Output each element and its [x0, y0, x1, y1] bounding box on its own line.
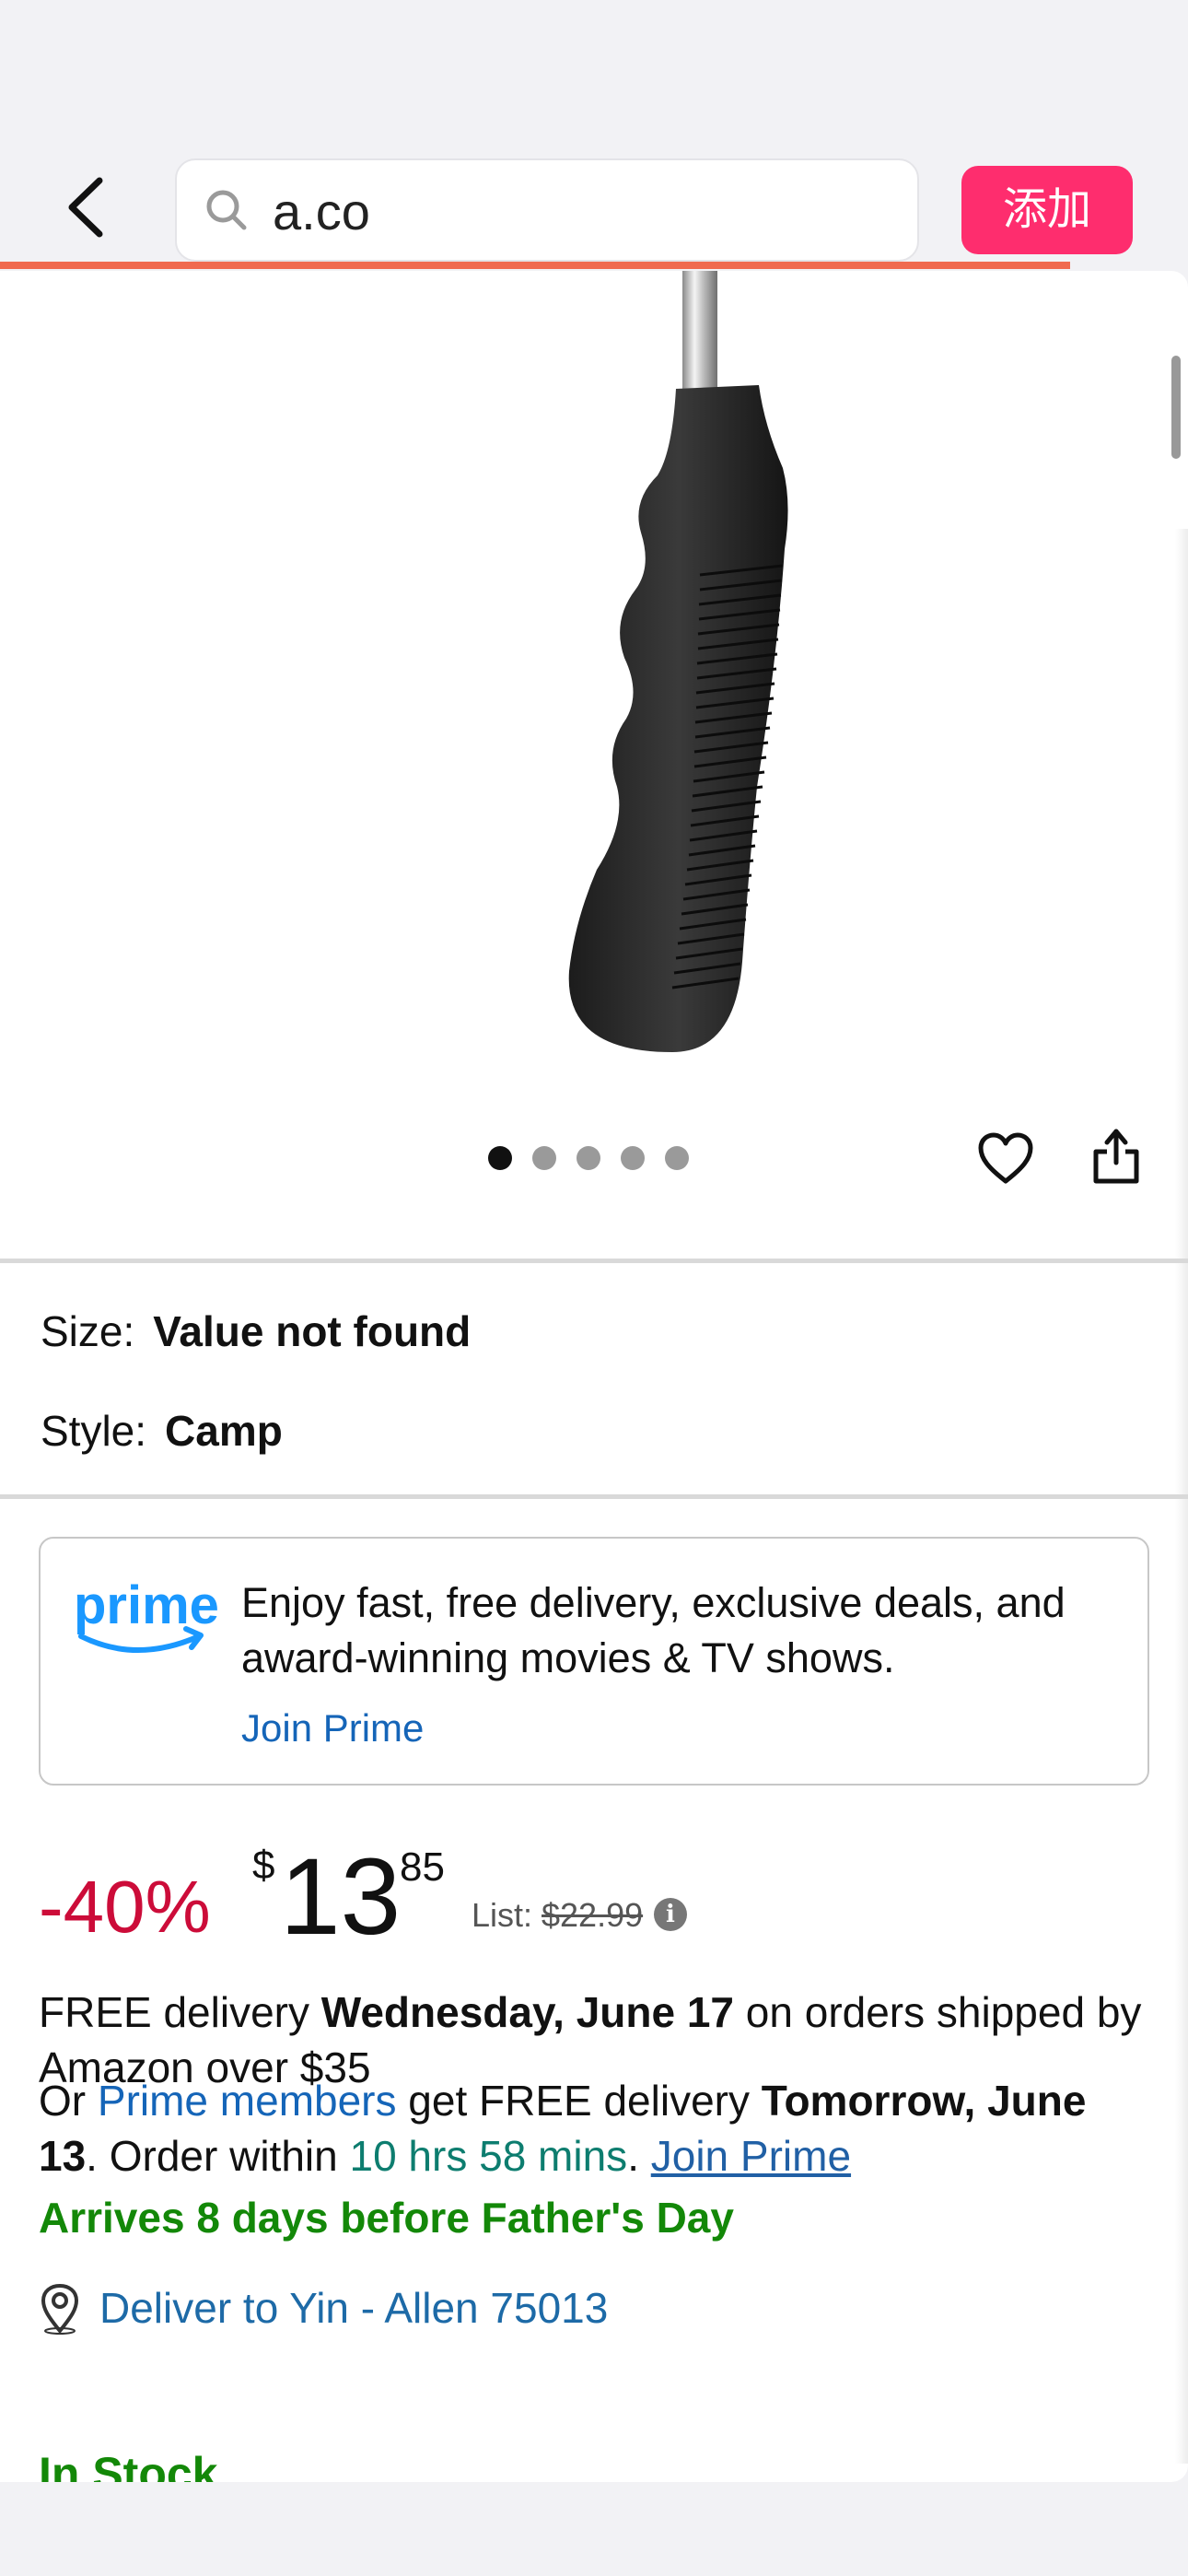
or-text: Or — [39, 2077, 98, 2125]
pager-dot[interactable] — [488, 1146, 512, 1170]
list-price: $22.99 — [542, 1896, 644, 1934]
divider — [0, 1494, 1188, 1499]
top-bar: a.co 添加 — [0, 0, 1188, 269]
search-icon — [206, 190, 247, 230]
divider — [0, 1259, 1188, 1263]
get-free-text: get FREE delivery — [396, 2077, 762, 2125]
period-text: . — [627, 2132, 651, 2180]
free-delivery-date: Wednesday, June 17 — [320, 1988, 735, 2036]
arrival-note: Arrives 8 days before Father's Day — [39, 2194, 734, 2242]
free-delivery-prefix: FREE delivery — [39, 1988, 321, 2036]
product-image[interactable] — [516, 271, 810, 1063]
pager-dot[interactable] — [665, 1146, 689, 1170]
location-pin-icon — [41, 2283, 79, 2335]
price-currency: $ — [252, 1843, 275, 1888]
share-icon[interactable] — [1090, 1126, 1142, 1185]
prime-message: Enjoy fast, free delivery, exclusive dea… — [241, 1579, 1066, 1681]
style-value: Camp — [165, 1407, 283, 1455]
chevron-left-icon — [68, 177, 103, 238]
price-whole: 13 — [280, 1836, 402, 1958]
url-search-field[interactable]: a.co — [175, 158, 919, 262]
style-row: Style: Camp — [41, 1406, 283, 1456]
svg-text:prime: prime — [74, 1575, 219, 1635]
search-text: a.co — [273, 182, 370, 240]
list-price-label: List: — [472, 1896, 533, 1934]
size-row: Size: Value not found — [41, 1306, 471, 1356]
add-button[interactable]: 添加 — [961, 166, 1133, 254]
join-prime-inline-link[interactable]: Join Prime — [651, 2132, 851, 2180]
price-row: -40% $ 13 85 List: $22.99 i — [39, 1837, 1144, 1957]
deliver-to-link[interactable]: Deliver to Yin - Allen 75013 — [99, 2283, 608, 2333]
pager-dot[interactable] — [621, 1146, 645, 1170]
scrollbar[interactable] — [1171, 356, 1181, 459]
deliver-to-row[interactable]: Deliver to Yin - Allen 75013 — [39, 2279, 1144, 2336]
back-button[interactable] — [59, 175, 114, 240]
prime-logo: prime — [74, 1575, 219, 1653]
style-label: Style: — [41, 1407, 147, 1455]
heart-icon[interactable] — [976, 1131, 1035, 1187]
prime-delivery-info: Or Prime members get FREE delivery Tomor… — [39, 2073, 1153, 2184]
pager-dot[interactable] — [577, 1146, 600, 1170]
prime-members-link[interactable]: Prime members — [98, 2077, 397, 2125]
page-load-progress — [0, 262, 1070, 269]
order-within-text: . Order within — [86, 2132, 350, 2180]
image-pager[interactable] — [488, 1144, 689, 1172]
size-label: Size: — [41, 1307, 135, 1355]
product-page[interactable]: Size: Value not found Style: Camp prime En… — [0, 271, 1188, 2482]
pager-dot[interactable] — [532, 1146, 556, 1170]
join-prime-link[interactable]: Join Prime — [241, 1706, 424, 1751]
order-countdown: 10 hrs 58 mins — [349, 2132, 628, 2180]
discount-percent: -40% — [39, 1866, 211, 1948]
size-value: Value not found — [153, 1307, 472, 1355]
stock-status: In Stock — [39, 2448, 218, 2482]
prime-promo-card: prime Enjoy fast, free delivery, exclusi… — [39, 1537, 1149, 1786]
info-icon[interactable]: i — [654, 1898, 687, 1931]
price-fraction: 85 — [400, 1844, 445, 1890]
